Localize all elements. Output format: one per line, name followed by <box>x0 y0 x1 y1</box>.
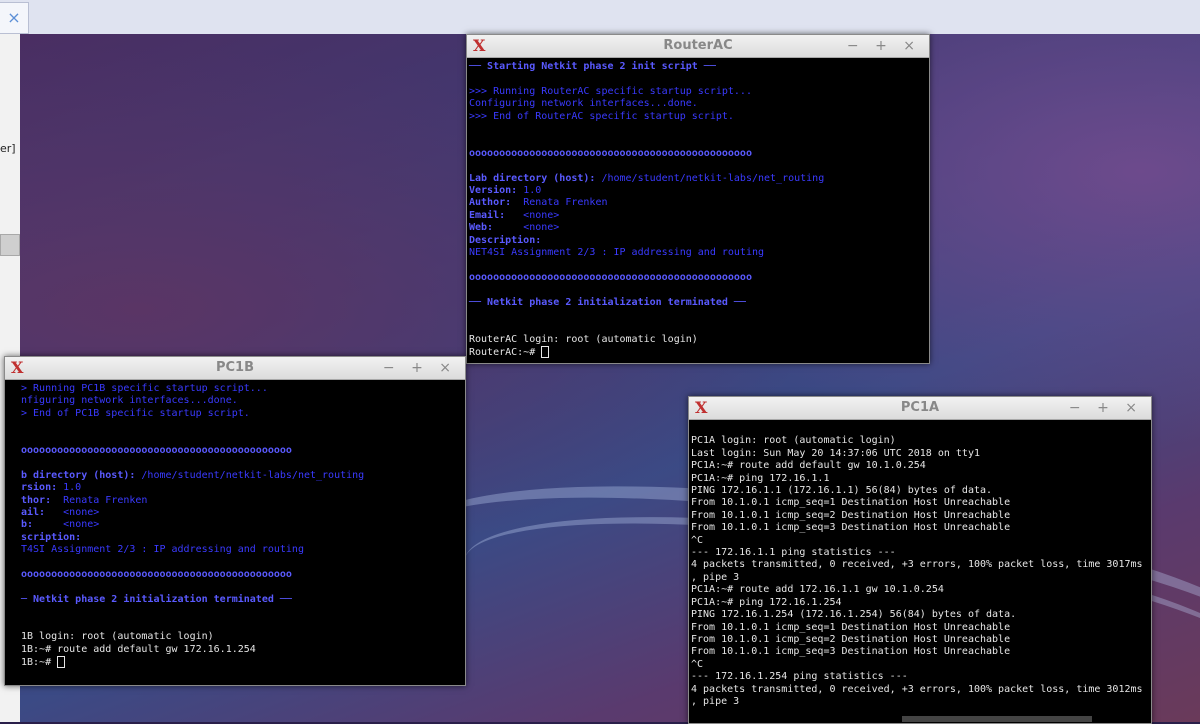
pc1b-terminal-output[interactable]: > Running PC1B specific startup script..… <box>5 380 465 672</box>
terminal-line: > Running PC1B specific startup script..… <box>21 383 268 394</box>
pc1a-terminal-window[interactable]: X PC1A − + × PC1A login: root (automatic… <box>688 396 1152 724</box>
terminal-line: From 10.1.0.1 icmp_seq=1 Destination Hos… <box>691 621 1011 633</box>
terminal-line: b: <none> <box>21 519 100 531</box>
terminal-line: From 10.1.0.1 icmp_seq=2 Destination Hos… <box>691 509 1011 521</box>
terminal-line: 1B:~# <box>21 655 463 669</box>
terminal-line: PC1A:~# route add default gw 10.1.0.254 <box>691 460 926 472</box>
terminal-line: From 10.1.0.1 icmp_seq=3 Destination Hos… <box>691 646 1011 658</box>
terminal-line: rsion: 1.0 <box>21 482 82 494</box>
pc1a-terminal-output[interactable]: PC1A login: root (automatic login) Last l… <box>689 420 1151 711</box>
terminal-line: RouterAC:~# <box>469 346 927 359</box>
terminal-line: 1B:~# route add default gw 172.16.1.254 <box>21 643 256 655</box>
terminal-line: Description: <box>469 234 542 246</box>
terminal-line: >>> Running RouterAC specific startup sc… <box>469 85 752 97</box>
terminal-line: > End of PC1B specific startup script. <box>21 407 250 419</box>
terminal-line: oooooooooooooooooooooooooooooooooooooooo… <box>21 445 292 457</box>
terminal-line: --- 172.16.1.1 ping statistics --- <box>691 547 896 559</box>
terminal-line: Email: <none> <box>469 209 560 221</box>
window-controls[interactable]: − + × <box>1069 397 1143 419</box>
terminal-line: , pipe 3 <box>691 571 740 583</box>
pc1b-titlebar[interactable]: X PC1B − + × <box>5 357 465 380</box>
pc1a-titlebar[interactable]: X PC1A − + × <box>689 397 1151 420</box>
terminal-line: Web: <none> <box>469 222 560 234</box>
terminal-line: PING 172.16.1.254 (172.16.1.254) 56(84) … <box>691 609 1017 621</box>
pc1b-terminal-window[interactable]: X PC1B − + × > Running PC1B specific sta… <box>4 356 466 686</box>
terminal-line: From 10.1.0.1 icmp_seq=3 Destination Hos… <box>691 522 1011 534</box>
terminal-line: ─ Netkit phase 2 initialization terminat… <box>21 593 292 605</box>
terminal-line: ── Netkit phase 2 initialization termina… <box>469 296 746 308</box>
terminal-line: From 10.1.0.1 icmp_seq=1 Destination Hos… <box>691 497 1011 509</box>
terminal-line: PC1A:~# ping 172.16.1.1 <box>691 472 830 484</box>
horizontal-scrollbar[interactable] <box>902 716 1092 722</box>
terminal-line: ── Starting Netkit phase 2 init script ─… <box>469 61 716 72</box>
terminal-line: Version: 1.0 <box>469 185 542 197</box>
terminal-cursor <box>57 655 66 668</box>
terminal-line: b directory (host): /home/student/netkit… <box>21 469 365 481</box>
terminal-line: oooooooooooooooooooooooooooooooooooooooo… <box>469 271 752 283</box>
terminal-line: oooooooooooooooooooooooooooooooooooooooo… <box>21 569 292 581</box>
terminal-line: T4SI Assignment 2/3 : IP addressing and … <box>21 544 304 556</box>
terminal-line: RouterAC login: root (automatic login) <box>469 333 698 345</box>
terminal-line: Configuring network interfaces...done. <box>469 98 698 110</box>
terminal-line: thor: Renata Frenken <box>21 494 148 506</box>
terminal-line: 4 packets transmitted, 0 received, +3 er… <box>691 683 1143 695</box>
terminal-line: PC1A:~# route add 172.16.1.1 gw 10.1.0.2… <box>691 584 944 596</box>
terminal-line: 4 packets transmitted, 0 received, +3 er… <box>691 559 1143 571</box>
close-tab-icon[interactable]: × <box>0 2 29 34</box>
terminal-line: From 10.1.0.1 icmp_seq=2 Destination Hos… <box>691 633 1011 645</box>
terminal-line: ^C <box>691 658 704 670</box>
terminal-line: Author: Renata Frenken <box>469 197 608 209</box>
side-panel-button[interactable] <box>0 234 20 256</box>
terminal-line: PING 172.16.1.1 (172.16.1.1) 56(84) byte… <box>691 485 993 497</box>
terminal-line: Last login: Sun May 20 14:37:06 UTC 2018… <box>691 447 980 459</box>
browser-tab-bar: × <box>0 0 1200 35</box>
terminal-cursor <box>541 346 550 359</box>
routerac-titlebar[interactable]: X RouterAC − + × <box>467 35 929 58</box>
window-controls[interactable]: − + × <box>847 35 921 57</box>
terminal-line: PC1A login: root (automatic login) <box>691 435 896 447</box>
routerac-terminal-output[interactable]: ── Starting Netkit phase 2 init script ─… <box>467 58 929 363</box>
terminal-line: scription: <box>21 531 82 543</box>
terminal-line: oooooooooooooooooooooooooooooooooooooooo… <box>469 147 752 159</box>
terminal-line: PC1A:~# ping 172.16.1.254 <box>691 596 842 608</box>
terminal-line: ail: <none> <box>21 507 100 519</box>
routerac-terminal-window[interactable]: X RouterAC − + × ── Starting Netkit phas… <box>466 34 930 364</box>
terminal-line: Lab directory (host): /home/student/netk… <box>469 172 825 184</box>
terminal-line: nfiguring network interfaces...done. <box>21 395 238 407</box>
terminal-line: >>> End of RouterAC specific startup scr… <box>469 110 734 122</box>
side-panel-text: er] <box>0 142 16 155</box>
window-controls[interactable]: − + × <box>383 357 457 379</box>
terminal-line: , pipe 3 <box>691 695 740 707</box>
terminal-line: ^C <box>691 534 704 546</box>
terminal-line: 1B login: root (automatic login) <box>21 631 214 643</box>
terminal-line: --- 172.16.1.254 ping statistics --- <box>691 671 908 683</box>
terminal-line: NET4SI Assignment 2/3 : IP addressing an… <box>469 247 765 259</box>
